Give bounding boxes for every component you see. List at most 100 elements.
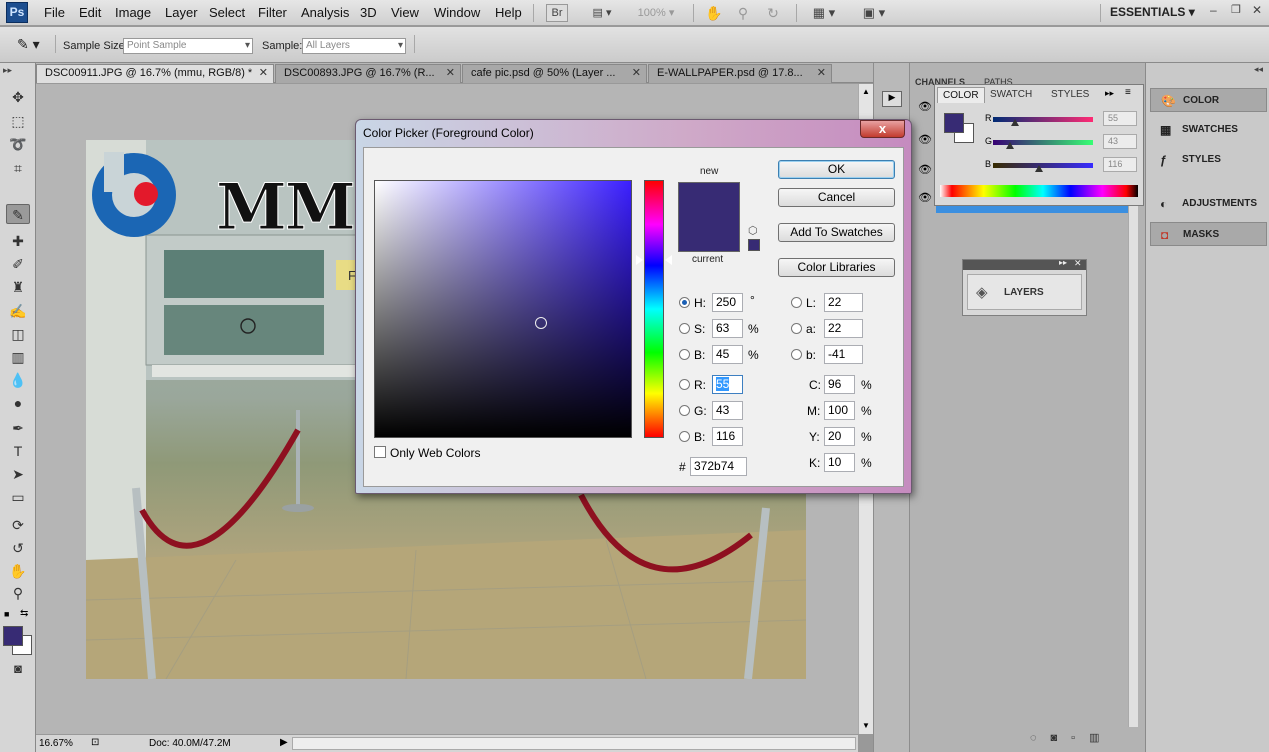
quick-mask-icon[interactable]: ◙	[6, 659, 30, 679]
blue-radio[interactable]	[679, 431, 690, 442]
saturation-field[interactable]: 63	[712, 319, 743, 338]
close-panel-icon[interactable]: ✕	[1074, 258, 1082, 269]
pen-tool-icon[interactable]: ✒	[6, 418, 30, 438]
cyan-field[interactable]: 96	[824, 375, 855, 394]
b-channel-radio[interactable]	[791, 349, 802, 360]
clone-stamp-icon[interactable]: ♜	[6, 277, 30, 297]
menu-window[interactable]: Window	[434, 5, 480, 20]
menu-file[interactable]: File	[44, 5, 65, 20]
scroll-up-icon[interactable]: ▲	[862, 87, 870, 96]
scroll-down-icon[interactable]: ▼	[862, 721, 870, 730]
eyedropper-preset-icon[interactable]: ✎ ▾	[17, 36, 40, 53]
collapse-panel-icon[interactable]: ▸▸	[1105, 88, 1114, 99]
tab-styles[interactable]: STYLES	[1046, 87, 1094, 103]
web-safe-swatch[interactable]	[748, 239, 760, 251]
swap-colors-icon[interactable]: ⇆	[20, 608, 28, 619]
channel-panel-buttons[interactable]: ◌◙▫▥	[1030, 731, 1113, 744]
workspace-switcher[interactable]: ESSENTIALS ▾	[1110, 5, 1195, 19]
marquee-tool-icon[interactable]: ⬚	[6, 111, 30, 131]
close-tab-icon[interactable]: ✕	[632, 65, 641, 82]
panel-menu-icon[interactable]: ≡	[1125, 87, 1131, 98]
dialog-close-button[interactable]: x	[860, 120, 905, 138]
3d-orbit-icon[interactable]: ↺	[6, 538, 30, 558]
collapse-dock-icon[interactable]: ◂◂	[1254, 64, 1263, 75]
menu-help[interactable]: Help	[495, 5, 522, 20]
crop-tool-icon[interactable]: ⌗	[6, 158, 30, 178]
dock-adjustments[interactable]: ◐ ADJUSTMENTS	[1150, 192, 1267, 216]
menu-image[interactable]: Image	[115, 5, 151, 20]
shape-tool-icon[interactable]: ▭	[6, 487, 30, 507]
history-brush-icon[interactable]: ✍	[6, 301, 30, 321]
screen-mode-icon[interactable]: ▣ ▾	[856, 4, 892, 22]
close-tab-icon[interactable]: ✕	[817, 65, 826, 82]
red-radio[interactable]	[679, 379, 690, 390]
blue-field[interactable]: 116	[712, 427, 743, 446]
ok-button[interactable]: OK	[778, 160, 895, 179]
menu-analysis[interactable]: Analysis	[301, 5, 349, 20]
a-channel-radio[interactable]	[791, 323, 802, 334]
type-tool-icon[interactable]: T	[6, 441, 30, 461]
minimize-icon[interactable]: –	[1210, 3, 1217, 17]
sample-layers-select[interactable]: All Layers	[302, 38, 406, 54]
status-menu-icon[interactable]: ⊡	[91, 737, 99, 748]
brightness-radio[interactable]	[679, 349, 690, 360]
menu-layer[interactable]: Layer	[165, 5, 198, 20]
menu-filter[interactable]: Filter	[258, 5, 287, 20]
3d-rotate-icon[interactable]: ⟳	[6, 515, 30, 535]
eyedropper-tool-icon[interactable]: ✎	[6, 204, 30, 224]
horizontal-scrollbar[interactable]	[292, 737, 856, 750]
hue-slider-left-arrow[interactable]	[636, 255, 643, 265]
r-slider[interactable]	[993, 117, 1093, 122]
visibility-eye-icon[interactable]: 👁	[918, 163, 932, 176]
rotate-view-icon[interactable]: ↻	[763, 4, 783, 22]
eraser-tool-icon[interactable]: ◫	[6, 324, 30, 344]
visibility-eye-icon[interactable]: 👁	[918, 133, 932, 146]
restore-icon[interactable]: ❐	[1231, 3, 1241, 16]
history-panel-icon[interactable]: ▶	[882, 91, 902, 107]
menu-select[interactable]: Select	[209, 5, 245, 20]
panel-scrollbar[interactable]	[1128, 157, 1138, 727]
cancel-button[interactable]: Cancel	[778, 188, 895, 207]
current-color-swatch[interactable]	[678, 217, 740, 252]
healing-brush-icon[interactable]: ✚	[6, 231, 30, 251]
default-colors-icon[interactable]: ■	[4, 609, 9, 619]
dodge-tool-icon[interactable]: ●	[6, 393, 30, 413]
layers-panel-button[interactable]: ◈ LAYERS	[967, 274, 1082, 310]
tab-dsc00911[interactable]: DSC00911.JPG @ 16.7% (mmu, RGB/8) * ✕	[36, 64, 274, 83]
hand-tool-icon[interactable]: ✋	[6, 561, 30, 581]
close-tab-icon[interactable]: ✕	[446, 65, 455, 82]
only-web-colors-checkbox[interactable]	[374, 446, 386, 458]
dock-masks[interactable]: ◘ MASKS	[1150, 222, 1267, 246]
b-slider[interactable]	[993, 163, 1093, 168]
color-spectrum-ramp[interactable]	[940, 185, 1138, 197]
blur-tool-icon[interactable]: 💧	[6, 370, 30, 390]
zoom-readout[interactable]: 16.67%	[39, 738, 73, 749]
saturation-radio[interactable]	[679, 323, 690, 334]
yellow-field[interactable]: 20	[824, 427, 855, 446]
arrange-documents-icon[interactable]: ▦ ▾	[806, 4, 842, 22]
menu-view[interactable]: View	[391, 5, 419, 20]
tab-e-wallpaper[interactable]: E-WALLPAPER.psd @ 17.8... ✕	[648, 64, 832, 83]
path-selection-icon[interactable]: ➤	[6, 464, 30, 484]
lightness-radio[interactable]	[791, 297, 802, 308]
red-field[interactable]: 55	[712, 375, 743, 394]
close-app-icon[interactable]: ✕	[1252, 3, 1262, 17]
tab-cafe-pic[interactable]: cafe pic.psd @ 50% (Layer ... ✕	[462, 64, 647, 83]
saturation-brightness-field[interactable]	[374, 180, 632, 438]
visibility-eye-icon[interactable]: 👁	[918, 191, 932, 204]
magenta-field[interactable]: 100	[824, 401, 855, 420]
color-selection-circle[interactable]	[535, 317, 547, 329]
collapse-icon[interactable]: ▸▸	[3, 65, 12, 76]
out-of-gamut-cube-icon[interactable]: ⬡	[748, 224, 758, 237]
zoom-tool-icon[interactable]: ⚲	[6, 583, 30, 603]
hue-slider[interactable]	[644, 180, 664, 438]
zoom-tool-icon[interactable]: ⚲	[733, 4, 753, 22]
tab-color[interactable]: COLOR	[937, 87, 985, 103]
color-libraries-button[interactable]: Color Libraries	[778, 258, 895, 277]
hex-field[interactable]: 372b74	[690, 457, 747, 476]
tab-dsc00893[interactable]: DSC00893.JPG @ 16.7% (R... ✕	[275, 64, 461, 83]
a-channel-field[interactable]: 22	[824, 319, 863, 338]
b-channel-field[interactable]: -41	[824, 345, 863, 364]
g-value[interactable]: 43	[1103, 134, 1137, 149]
dock-styles[interactable]: ƒ STYLES	[1150, 148, 1267, 172]
